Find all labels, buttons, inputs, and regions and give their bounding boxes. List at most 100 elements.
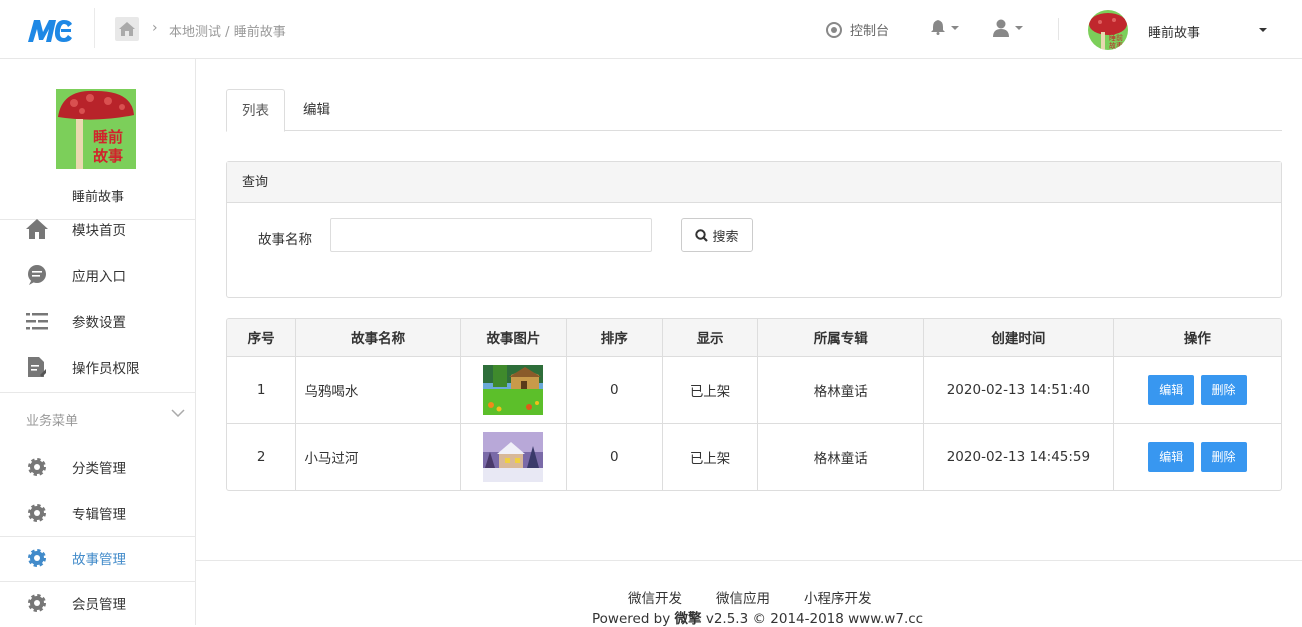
story-name-input[interactable] xyxy=(330,218,652,252)
table-row: 2 小马过河 0 已上架 格林童话 2020-02-13 14:45:59 编辑… xyxy=(227,423,1281,490)
story-image-cell xyxy=(460,423,567,490)
row-number: 2 xyxy=(227,423,297,490)
tab-bar: 列表 编辑 xyxy=(226,89,1282,132)
column-header: 故事图片 xyxy=(460,319,567,357)
status-text: 已上架 xyxy=(662,356,759,424)
column-header: 所属专辑 xyxy=(757,319,925,357)
edit-button[interactable]: 编辑 xyxy=(1148,374,1195,405)
caret-down-icon xyxy=(1015,26,1023,30)
panel-title: 查询 xyxy=(227,162,1281,203)
footer-link[interactable]: 小程序开发 xyxy=(804,587,872,607)
delete-button[interactable]: 删除 xyxy=(1200,441,1247,472)
footer-link[interactable]: 微信开发 xyxy=(628,587,682,607)
home-button[interactable] xyxy=(115,17,139,41)
app-name: 睡前故事 xyxy=(71,190,124,205)
sidebar-item-settings[interactable]: 参数设置 xyxy=(26,306,196,336)
control-panel-label: 控制台 xyxy=(850,24,890,39)
sort-value: 0 xyxy=(566,423,663,490)
edit-button[interactable]: 编辑 xyxy=(1148,441,1195,472)
app-logo: 睡前 故事 xyxy=(56,89,136,169)
story-name: 小马过河 xyxy=(295,423,461,490)
sidebar-item-story-management[interactable]: 故事管理 xyxy=(26,543,196,573)
story-table: 序号 故事名称 故事图片 排序 显示 所属专辑 创建时间 操作 1 乌鸦喝水 0… xyxy=(226,318,1282,491)
sidebar-item-category-management[interactable]: 分类管理 xyxy=(26,452,196,482)
sidebar-item-label: 专辑管理 xyxy=(72,507,126,523)
divider xyxy=(0,536,196,537)
breadcrumb-item[interactable]: 本地测试 xyxy=(169,25,221,40)
chevron-down-icon[interactable] xyxy=(171,409,185,417)
table-row: 1 乌鸦喝水 0 已上架 格林童话 2020-02-13 14:51:40 编辑… xyxy=(227,356,1281,424)
column-header: 故事名称 xyxy=(295,319,461,357)
sidebar-item-album-management[interactable]: 专辑管理 xyxy=(26,498,196,528)
user-icon xyxy=(993,19,1009,37)
notifications-dropdown[interactable] xyxy=(931,20,959,35)
svg-text:故事: 故事 xyxy=(1109,41,1123,50)
sidebar-item-label: 模块首页 xyxy=(72,223,126,239)
row-actions: 编辑 删除 xyxy=(1113,423,1281,490)
gear-icon xyxy=(26,592,48,614)
sidebar-item-label: 故事管理 xyxy=(72,552,126,568)
user-dropdown[interactable] xyxy=(993,19,1023,37)
album-name: 格林童话 xyxy=(757,423,925,490)
home-icon xyxy=(26,218,48,240)
sidebar-item-label: 参数设置 xyxy=(72,315,126,331)
header-divider xyxy=(94,8,95,48)
row-actions: 编辑 删除 xyxy=(1113,356,1281,424)
row-number: 1 xyxy=(227,356,297,424)
story-thumbnail[interactable] xyxy=(483,364,544,415)
breadcrumb-separator: / xyxy=(225,25,230,40)
control-panel-link[interactable]: 控制台 xyxy=(826,20,889,39)
logo-text-line1: 睡前 xyxy=(93,128,123,146)
sidebar-item-label: 应用入口 xyxy=(72,269,126,285)
list-settings-icon xyxy=(26,310,48,332)
delete-button[interactable]: 删除 xyxy=(1200,374,1247,405)
chat-icon xyxy=(26,264,48,286)
query-panel: 查询 故事名称 搜索 xyxy=(226,161,1282,298)
caret-down-icon xyxy=(951,25,959,30)
sort-value: 0 xyxy=(566,356,663,424)
section-title: 业务菜单 xyxy=(26,414,79,429)
search-button[interactable]: 搜索 xyxy=(681,218,753,252)
avatar[interactable]: 睡前 故事 xyxy=(1088,10,1128,50)
logo-icon[interactable] xyxy=(26,16,74,44)
sidebar-item-module-home[interactable]: 模块首页 xyxy=(26,214,196,244)
account-name[interactable]: 睡前故事 xyxy=(1148,22,1200,41)
column-header: 序号 xyxy=(227,319,297,357)
footer-copyright: Powered by 微擎 v2.5.3 © 2014-2018 www.w7.… xyxy=(592,607,923,627)
sidebar-item-app-entry[interactable]: 应用入口 xyxy=(26,260,196,290)
status-text: 已上架 xyxy=(662,423,759,490)
caret-down-icon[interactable] xyxy=(1259,28,1267,32)
album-name: 格林童话 xyxy=(757,356,925,424)
breadcrumb-item[interactable]: 睡前故事 xyxy=(234,25,286,40)
sidebar-item-label: 会员管理 xyxy=(72,597,126,613)
sidebar: 睡前 故事 睡前故事 模块首页 应用入口 参数设置 操作员权限 业务菜单 分类管… xyxy=(0,59,196,625)
header-divider xyxy=(1058,18,1059,40)
created-time: 2020-02-13 14:45:59 xyxy=(923,423,1114,490)
created-time: 2020-02-13 14:51:40 xyxy=(923,356,1114,424)
bell-icon xyxy=(931,20,945,35)
gear-icon xyxy=(26,547,48,569)
home-icon xyxy=(119,22,135,36)
story-image-cell xyxy=(460,356,567,424)
story-name-label: 故事名称 xyxy=(258,232,312,248)
divider xyxy=(0,392,196,393)
footer-link[interactable]: 微信应用 xyxy=(716,587,770,607)
story-thumbnail[interactable] xyxy=(483,431,544,482)
column-header: 创建时间 xyxy=(923,319,1114,357)
sidebar-item-member-management[interactable]: 会员管理 xyxy=(26,588,196,618)
footer-links: 微信开发 微信应用 小程序开发 xyxy=(628,587,872,607)
column-header: 排序 xyxy=(566,319,663,357)
top-header: › 本地测试 / 睡前故事 控制台 睡前 故事 睡前故事 xyxy=(0,0,1302,59)
document-edit-icon xyxy=(26,356,48,378)
tab-list[interactable]: 列表 xyxy=(226,89,285,132)
search-icon xyxy=(695,228,709,242)
chevron-right-icon: › xyxy=(152,20,158,36)
sidebar-item-operator-permissions[interactable]: 操作员权限 xyxy=(26,352,196,382)
tab-edit[interactable]: 编辑 xyxy=(288,89,345,131)
search-button-label: 搜索 xyxy=(712,229,739,245)
footer-divider xyxy=(196,560,1302,561)
gear-icon xyxy=(26,502,48,524)
column-header: 显示 xyxy=(662,319,759,357)
story-name: 乌鸦喝水 xyxy=(295,356,461,424)
svg-text:睡前: 睡前 xyxy=(1109,33,1123,42)
